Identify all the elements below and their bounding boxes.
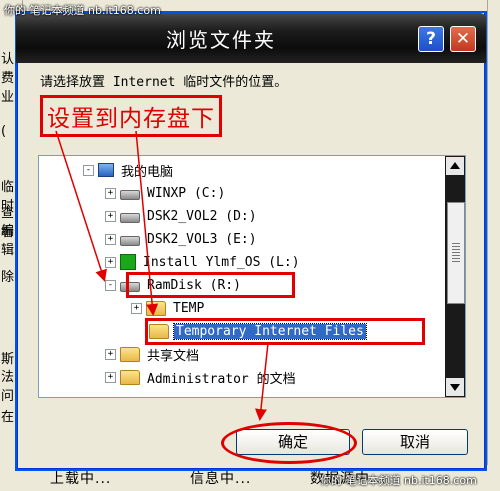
bg-text: 除 <box>1 270 15 285</box>
tree-item-install-ylmf[interactable]: + Install Ylmf_OS (L:) <box>105 252 302 272</box>
expand-icon[interactable]: + <box>105 348 116 360</box>
folder-tree[interactable]: - 我的电脑 + WINXP (C:) + DSK2_VOL2 (D:) + D… <box>38 155 466 398</box>
bg-text: 在 <box>1 410 15 425</box>
tree-item-temp[interactable]: + TEMP <box>131 298 206 318</box>
tree-item-label: WINXP (C:) <box>147 185 226 201</box>
site-watermark: 你的·笔记本频道 nb.it168.com <box>4 4 161 17</box>
ok-highlight-circle <box>221 422 357 464</box>
help-button[interactable]: ? <box>418 26 444 52</box>
drive-icon <box>120 190 140 200</box>
grip-icon <box>452 243 460 263</box>
expand-icon[interactable]: + <box>105 187 116 199</box>
dialog-prompt: 请选择放置 Internet 临时文件的位置。 <box>40 75 288 90</box>
tree-scrollbar[interactable] <box>445 156 465 397</box>
folder-icon <box>120 346 140 362</box>
arrow-up-icon <box>450 162 460 169</box>
cancel-button[interactable]: 取消 <box>362 429 468 455</box>
bg-text: 斯 <box>1 352 15 367</box>
tree-item-shared-docs[interactable]: + 共享文档 <box>105 344 201 364</box>
scroll-up-button[interactable] <box>446 157 464 175</box>
bg-text: 信息中... <box>190 471 252 487</box>
drive-icon <box>120 236 140 246</box>
tree-item-label: 我的电脑 <box>121 164 174 180</box>
tree-item-label: DSK2_VOL3 (E:) <box>147 231 257 247</box>
annotation-label: 设置到内存盘下 <box>40 95 222 137</box>
expand-icon[interactable]: + <box>105 256 116 268</box>
expand-icon[interactable]: + <box>105 210 116 222</box>
tree-item-dsk2-vol2[interactable]: + DSK2_VOL2 (D:) <box>105 206 259 226</box>
folder-icon <box>120 369 140 385</box>
dialog-titlebar[interactable]: 浏览文件夹 ? ✕ <box>16 13 486 63</box>
collapse-icon[interactable]: - <box>83 164 94 176</box>
expand-icon[interactable]: + <box>131 302 142 314</box>
scroll-thumb[interactable] <box>447 202 465 304</box>
tree-item-label: 共享文档 <box>147 348 200 364</box>
cd-drive-icon <box>120 254 136 270</box>
scroll-down-button[interactable] <box>446 378 464 396</box>
computer-icon <box>98 163 114 177</box>
tree-item-winxp[interactable]: + WINXP (C:) <box>105 183 227 203</box>
drive-icon <box>120 213 140 223</box>
tree-item-label: TEMP <box>173 300 205 316</box>
arrow-down-icon <box>450 384 460 391</box>
target-folder-highlight-box <box>145 318 425 345</box>
tree-item-label: Administrator 的文档 <box>147 371 296 387</box>
bg-text: 上载中... <box>50 471 112 487</box>
collapse-icon[interactable]: - <box>105 279 116 291</box>
close-button[interactable]: ✕ <box>450 26 476 52</box>
bg-text: 业 <box>1 90 15 105</box>
tree-item-admin-docs[interactable]: + Administrator 的文档 <box>105 367 298 387</box>
tree-item-dsk2-vol3[interactable]: + DSK2_VOL3 (E:) <box>105 229 259 249</box>
bg-text: ( <box>1 124 7 139</box>
tree-item-my-computer[interactable]: - 我的电脑 <box>83 160 175 180</box>
ramdisk-highlight-box <box>126 272 295 298</box>
expand-icon[interactable]: + <box>105 233 116 245</box>
tree-item-label: Install Ylmf_OS (L:) <box>143 254 300 270</box>
folder-icon <box>146 300 166 316</box>
expand-icon[interactable]: + <box>105 371 116 383</box>
dialog-title: 浏览文件夹 <box>166 28 276 52</box>
background-window-right <box>487 0 500 491</box>
site-watermark: 你的·笔记本频道 nb.it168.com <box>320 474 477 487</box>
browse-folder-dialog: 浏览文件夹 ? ✕ 请选择放置 Internet 临时文件的位置。 设置到内存盘… <box>16 13 486 469</box>
tree-item-label: DSK2_VOL2 (D:) <box>147 208 257 224</box>
